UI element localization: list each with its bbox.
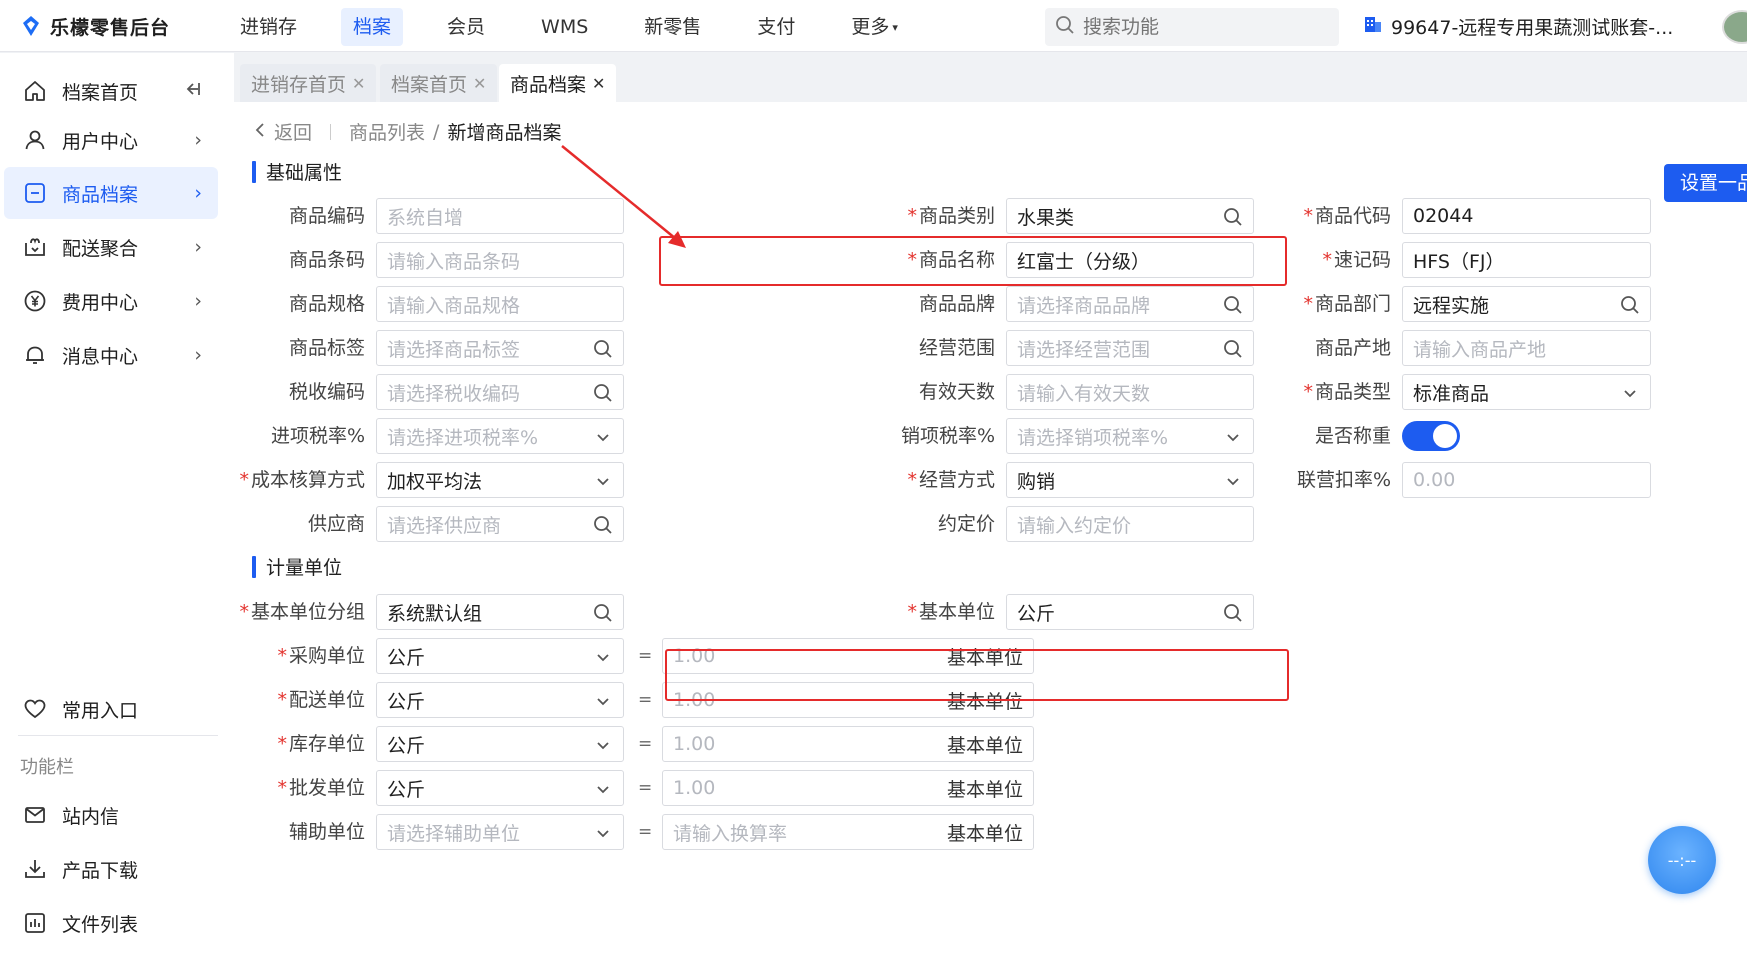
annotation-arrow bbox=[561, 145, 686, 248]
floating-assistant-button[interactable]: --:-- bbox=[1648, 826, 1716, 894]
arrow-line bbox=[561, 145, 682, 244]
float-button-label: --:-- bbox=[1667, 850, 1697, 870]
